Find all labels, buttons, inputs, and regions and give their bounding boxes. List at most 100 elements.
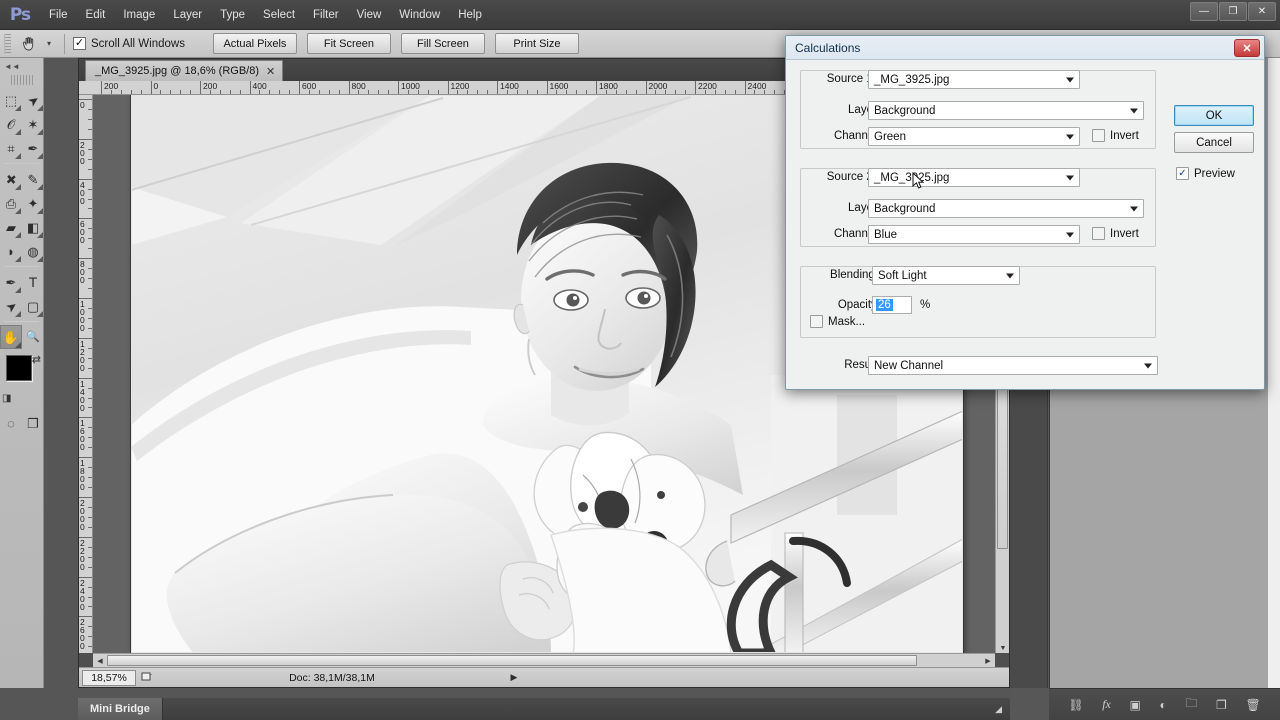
source2-invert-row[interactable]: Invert — [1092, 227, 1139, 240]
source1-channel-combo[interactable]: Green — [868, 127, 1080, 146]
vertical-ruler[interactable]: 0200400600800100012001400160018002000220… — [79, 95, 93, 653]
tool-dodge[interactable]: ◍ — [22, 239, 44, 263]
chevron-down-icon[interactable] — [1066, 175, 1074, 180]
result-combo[interactable]: New Channel — [868, 356, 1158, 375]
source2-invert-checkbox[interactable] — [1092, 227, 1105, 240]
tool-shape[interactable]: ▢ — [22, 294, 44, 318]
menu-view[interactable]: View — [348, 5, 391, 25]
menu-image[interactable]: Image — [114, 5, 164, 25]
tool-clone-stamp[interactable]: ⎙ — [0, 191, 22, 215]
chevron-down-icon[interactable] — [1130, 108, 1138, 113]
mini-bridge-resize-icon[interactable]: ◢ — [995, 704, 1010, 715]
adjustment-layer-icon[interactable]: ◐ — [1159, 698, 1166, 712]
actual-pixels-button[interactable]: Actual Pixels — [213, 33, 297, 54]
panel-scrollbar[interactable] — [1268, 58, 1280, 688]
new-layer-icon[interactable]: ❐ — [1216, 698, 1227, 712]
tool-gradient[interactable]: ◧ — [22, 215, 44, 239]
source1-invert-row[interactable]: Invert — [1092, 129, 1139, 142]
delete-layer-icon[interactable]: 🗑 — [1245, 698, 1260, 712]
tool-lasso[interactable]: 𝒪 — [0, 112, 22, 136]
cancel-button[interactable]: Cancel — [1174, 132, 1254, 153]
default-colors-icon[interactable]: ◨ — [2, 393, 11, 404]
scroll-all-windows-checkbox[interactable]: ✓ — [73, 37, 86, 50]
new-group-icon[interactable]: 🗀 — [1185, 694, 1197, 715]
opacity-input[interactable]: 26 — [872, 296, 912, 314]
tool-type[interactable]: T — [22, 270, 44, 294]
screen-mode-button[interactable]: ❐ — [22, 411, 44, 435]
horizontal-scroll-thumb[interactable] — [107, 655, 917, 666]
tool-zoom[interactable]: 🔍 — [22, 325, 44, 349]
chevron-down-icon[interactable] — [1144, 363, 1152, 368]
layer-style-icon[interactable]: fx — [1102, 697, 1111, 712]
options-bar-grip[interactable] — [4, 34, 11, 54]
menu-layer[interactable]: Layer — [164, 5, 211, 25]
tool-hand[interactable]: ✋ — [0, 325, 22, 349]
add-mask-icon[interactable]: ▣ — [1130, 698, 1141, 712]
tool-marquee[interactable]: ⬚ — [0, 88, 22, 112]
tool-magic-wand[interactable]: ✶ — [22, 112, 44, 136]
link-layers-icon[interactable]: ⛓ — [1068, 698, 1083, 712]
status-more-icon[interactable]: ▶ — [506, 672, 522, 683]
mini-bridge-tab[interactable]: Mini Bridge — [78, 698, 163, 720]
mask-row[interactable]: Mask... — [810, 315, 865, 328]
chevron-down-icon[interactable] — [1006, 273, 1014, 278]
tool-move[interactable]: ➤ — [22, 88, 44, 112]
tool-blur[interactable]: ◗ — [0, 239, 22, 263]
scroll-left-icon[interactable]: ◀ — [93, 657, 107, 665]
ok-button[interactable]: OK — [1174, 105, 1254, 126]
minimize-button[interactable]: — — [1190, 2, 1218, 21]
chevron-down-icon[interactable] — [1066, 232, 1074, 237]
zoom-level-field[interactable]: 18,57% — [82, 670, 136, 686]
chevron-down-icon[interactable] — [1066, 77, 1074, 82]
source1-invert-checkbox[interactable] — [1092, 129, 1105, 142]
hand-tool-icon[interactable] — [16, 33, 42, 55]
fit-screen-button[interactable]: Fit Screen — [307, 33, 391, 54]
scroll-down-icon[interactable]: ▼ — [996, 645, 1010, 652]
chevron-down-icon[interactable] — [1130, 206, 1138, 211]
blending-mode-combo[interactable]: Soft Light — [872, 266, 1020, 285]
tool-eraser[interactable]: ▰ — [0, 215, 22, 239]
document-tab[interactable]: _MG_3925.jpg @ 18,6% (RGB/8) ✕ — [85, 60, 283, 81]
tool-history-brush[interactable]: ✦ — [22, 191, 44, 215]
maximize-button[interactable]: ❐ — [1219, 2, 1247, 21]
swap-colors-icon[interactable]: ⇄ — [32, 353, 41, 366]
calculations-dialog[interactable]: Calculations ✕ Source 1: _MG_3925.jpg La… — [785, 35, 1265, 390]
tool-path-selection[interactable]: ➤ — [0, 294, 22, 318]
menu-help[interactable]: Help — [449, 5, 491, 25]
foreground-color-swatch[interactable] — [6, 355, 32, 381]
menu-window[interactable]: Window — [390, 5, 449, 25]
menu-type[interactable]: Type — [211, 5, 254, 25]
print-size-button[interactable]: Print Size — [495, 33, 579, 54]
fill-screen-button[interactable]: Fill Screen — [401, 33, 485, 54]
menu-file[interactable]: File — [40, 5, 77, 25]
scroll-right-icon[interactable]: ▶ — [981, 657, 995, 665]
source2-file-combo[interactable]: _MG_3925.jpg — [868, 168, 1080, 187]
chevron-down-icon[interactable] — [1066, 134, 1074, 139]
tool-eyedropper[interactable]: ✒ — [22, 136, 44, 160]
menu-select[interactable]: Select — [254, 5, 304, 25]
menu-edit[interactable]: Edit — [77, 5, 115, 25]
preview-checkbox[interactable]: ✓ — [1176, 167, 1189, 180]
tool-preset-caret-icon[interactable]: ▾ — [42, 39, 56, 48]
source1-layer-combo[interactable]: Background — [868, 101, 1144, 120]
tool-pen[interactable]: ✒ — [0, 270, 22, 294]
doc-icon[interactable] — [136, 671, 158, 685]
source1-file-combo[interactable]: _MG_3925.jpg — [868, 70, 1080, 89]
mask-checkbox[interactable] — [810, 315, 823, 328]
toolbox-collapse-icon[interactable]: ◄◄ — [0, 58, 43, 74]
close-icon[interactable]: ✕ — [266, 65, 275, 78]
tool-brush[interactable]: ✎ — [22, 167, 44, 191]
canvas-horizontal-scrollbar[interactable]: ◀ ▶ — [93, 653, 995, 667]
toolbox-drag-handle[interactable] — [11, 75, 33, 85]
dialog-title-bar[interactable]: Calculations ✕ — [786, 36, 1264, 60]
close-button[interactable]: ✕ — [1248, 2, 1276, 21]
menu-filter[interactable]: Filter — [304, 5, 348, 25]
tool-crop[interactable]: ⌗ — [0, 136, 22, 160]
preview-row[interactable]: ✓ Preview — [1176, 167, 1235, 180]
source2-channel-combo[interactable]: Blue — [868, 225, 1080, 244]
dialog-close-button[interactable]: ✕ — [1234, 39, 1260, 57]
scroll-all-windows-row[interactable]: ✓ Scroll All Windows — [73, 37, 185, 50]
tool-healing-brush[interactable]: ✚ — [0, 167, 22, 191]
quick-mask-button[interactable]: ◌ — [0, 411, 22, 435]
source2-layer-combo[interactable]: Background — [868, 199, 1144, 218]
